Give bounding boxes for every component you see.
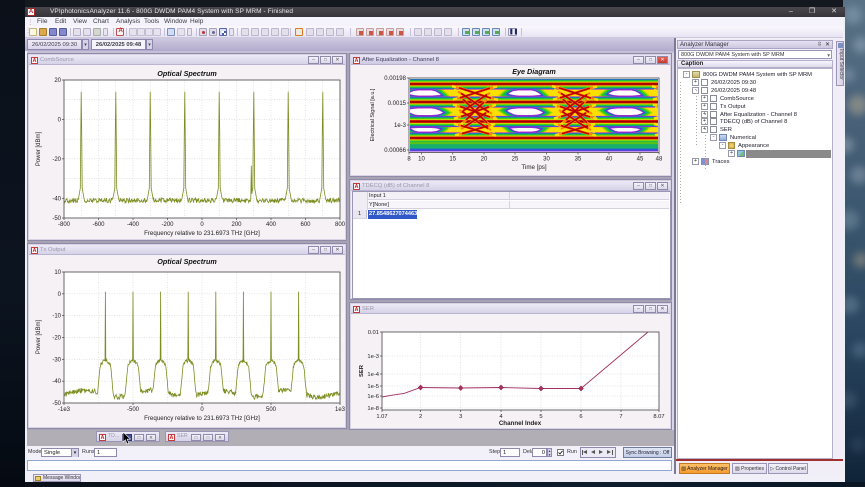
svg-text:0: 0 [58,117,62,123]
svg-text:-20: -20 [52,157,61,163]
svg-text:-40: -40 [52,379,61,385]
svg-text:800: 800 [335,222,345,228]
svg-text:0.01: 0.01 [368,330,379,336]
svg-text:3: 3 [459,414,462,420]
svg-text:45: 45 [637,157,644,163]
svg-text:-600: -600 [92,222,105,228]
svg-text:-800: -800 [58,222,71,228]
svg-text:0.0015: 0.0015 [388,101,407,107]
svg-text:30: 30 [543,157,550,163]
svg-text:0.00198: 0.00198 [384,76,406,82]
svg-text:Frequency relative to 231.6973: Frequency relative to 231.6973 THz [GHz] [144,415,260,422]
svg-text:Time [ps]: Time [ps] [521,164,546,171]
svg-text:0.00066: 0.00066 [384,148,406,154]
svg-text:1e-8: 1e-8 [367,406,379,412]
svg-text:Frequency relative to 231.6973: Frequency relative to 231.6973 THz [GHz] [144,230,260,237]
svg-text:48: 48 [656,157,663,163]
svg-text:7: 7 [619,414,622,420]
svg-text:1e-3: 1e-3 [394,123,407,129]
svg-text:-500: -500 [127,407,140,413]
svg-text:20: 20 [54,78,61,84]
svg-text:1e-5: 1e-5 [367,384,379,390]
svg-text:Electrical Signal [a.u.]: Electrical Signal [a.u.] [370,88,376,141]
svg-text:Optical Spectrum: Optical Spectrum [157,69,217,78]
svg-text:0: 0 [200,407,204,413]
svg-text:6: 6 [579,414,582,420]
svg-text:0: 0 [58,292,62,298]
svg-text:0: 0 [200,222,204,228]
svg-text:-40: -40 [52,196,61,202]
svg-text:-20: -20 [52,336,61,342]
svg-text:Optical Spectrum: Optical Spectrum [157,257,217,266]
svg-text:200: 200 [231,222,242,228]
svg-text:1e-3: 1e-3 [367,354,379,360]
svg-text:-400: -400 [127,222,140,228]
svg-text:40: 40 [606,157,613,163]
svg-text:1e3: 1e3 [335,407,345,413]
svg-text:8.07: 8.07 [653,414,664,420]
svg-text:Eye Diagram: Eye Diagram [512,67,556,76]
svg-text:2: 2 [419,414,422,420]
svg-text:1.07: 1.07 [376,414,387,420]
svg-text:Power [dBm]: Power [dBm] [36,132,42,167]
svg-text:400: 400 [266,222,277,228]
svg-text:15: 15 [449,157,456,163]
svg-text:SER: SER [359,364,365,377]
svg-text:500: 500 [266,407,277,413]
svg-text:-200: -200 [161,222,174,228]
svg-text:25: 25 [512,157,519,163]
svg-text:-1e3: -1e3 [58,407,71,413]
svg-text:10: 10 [418,157,425,163]
svg-text:20: 20 [481,157,488,163]
svg-text:600: 600 [300,222,311,228]
svg-text:-10: -10 [52,314,61,320]
svg-text:Channel Index: Channel Index [499,420,542,427]
svg-text:8: 8 [407,157,411,163]
svg-text:Power [dBm]: Power [dBm] [36,320,42,355]
svg-text:1e-4: 1e-4 [367,372,379,378]
svg-text:35: 35 [575,157,582,163]
svg-text:-30: -30 [52,357,61,363]
svg-text:10: 10 [54,270,61,276]
svg-text:1e-6: 1e-6 [367,394,379,400]
